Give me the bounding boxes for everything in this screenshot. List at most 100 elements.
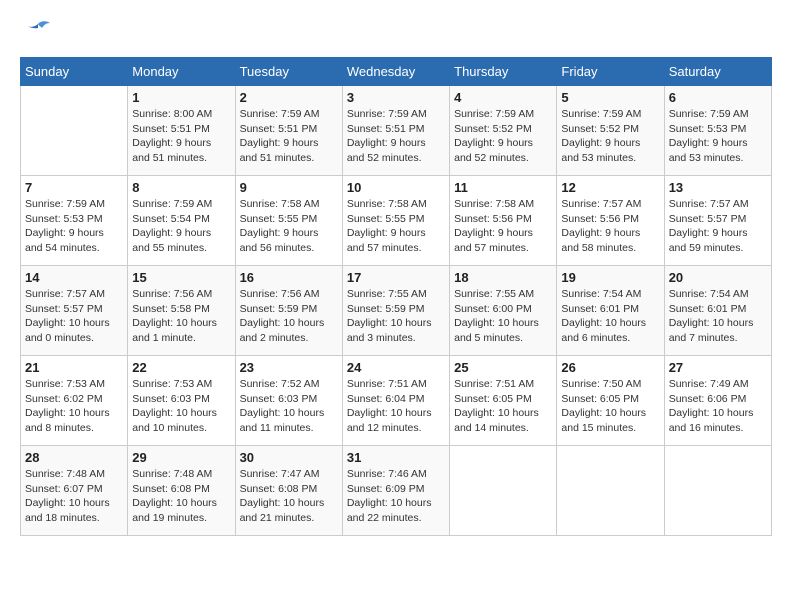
column-header-monday: Monday — [128, 58, 235, 86]
calendar-cell: 21 Sunrise: 7:53 AM Sunset: 6:02 PM Dayli… — [21, 356, 128, 446]
calendar-cell: 19Sunrise: 7:54 AM Sunset: 6:01 PM Dayli… — [557, 266, 664, 356]
calendar-week-row: 21 Sunrise: 7:53 AM Sunset: 6:02 PM Dayli… — [21, 356, 772, 446]
calendar-cell: 30 Sunrise: 7:47 AM Sunset: 6:08 PM Dayli… — [235, 446, 342, 536]
calendar-cell: 18 Sunrise: 7:55 AM Sunset: 6:00 PM Dayli… — [450, 266, 557, 356]
day-number: 19 — [561, 270, 659, 285]
day-info: Sunrise: 7:49 AM Sunset: 6:06 PM Dayligh… — [669, 377, 767, 436]
day-info: Sunrise: 7:59 AM Sunset: 5:53 PM Dayligh… — [669, 107, 767, 166]
column-header-sunday: Sunday — [21, 58, 128, 86]
day-info: Sunrise: 7:57 AM Sunset: 5:57 PM Dayligh… — [669, 197, 767, 256]
column-header-tuesday: Tuesday — [235, 58, 342, 86]
day-info: Sunrise: 7:48 AM Sunset: 6:08 PM Dayligh… — [132, 467, 230, 526]
day-info: Sunrise: 7:58 AM Sunset: 5:56 PM Dayligh… — [454, 197, 552, 256]
day-number: 30 — [240, 450, 338, 465]
day-info: Sunrise: 7:58 AM Sunset: 5:55 PM Dayligh… — [240, 197, 338, 256]
day-info: Sunrise: 7:59 AM Sunset: 5:54 PM Dayligh… — [132, 197, 230, 256]
calendar-cell: 4 Sunrise: 7:59 AM Sunset: 5:52 PM Daylig… — [450, 86, 557, 176]
calendar-cell: 9 Sunrise: 7:58 AM Sunset: 5:55 PM Daylig… — [235, 176, 342, 266]
calendar-cell: 3 Sunrise: 7:59 AM Sunset: 5:51 PM Daylig… — [342, 86, 449, 176]
calendar-cell: 31 Sunrise: 7:46 AM Sunset: 6:09 PM Dayli… — [342, 446, 449, 536]
day-number: 9 — [240, 180, 338, 195]
day-info: Sunrise: 7:59 AM Sunset: 5:52 PM Dayligh… — [454, 107, 552, 166]
calendar-cell — [557, 446, 664, 536]
day-number: 17 — [347, 270, 445, 285]
day-number: 3 — [347, 90, 445, 105]
calendar-week-row: 1 Sunrise: 8:00 AM Sunset: 5:51 PM Daylig… — [21, 86, 772, 176]
day-info: Sunrise: 7:59 AM Sunset: 5:52 PM Dayligh… — [561, 107, 659, 166]
day-number: 25 — [454, 360, 552, 375]
day-number: 29 — [132, 450, 230, 465]
calendar-cell: 14 Sunrise: 7:57 AM Sunset: 5:57 PM Dayli… — [21, 266, 128, 356]
day-number: 8 — [132, 180, 230, 195]
day-number: 24 — [347, 360, 445, 375]
calendar-cell: 2Sunrise: 7:59 AM Sunset: 5:51 PM Daylig… — [235, 86, 342, 176]
calendar-cell: 10Sunrise: 7:58 AM Sunset: 5:55 PM Dayli… — [342, 176, 449, 266]
column-header-thursday: Thursday — [450, 58, 557, 86]
calendar-cell: 23 Sunrise: 7:52 AM Sunset: 6:03 PM Dayli… — [235, 356, 342, 446]
day-number: 21 — [25, 360, 123, 375]
calendar-cell: 20 Sunrise: 7:54 AM Sunset: 6:01 PM Dayli… — [664, 266, 771, 356]
calendar-cell: 17 Sunrise: 7:55 AM Sunset: 5:59 PM Dayli… — [342, 266, 449, 356]
day-number: 23 — [240, 360, 338, 375]
calendar-week-row: 28Sunrise: 7:48 AM Sunset: 6:07 PM Dayli… — [21, 446, 772, 536]
day-info: Sunrise: 7:57 AM Sunset: 5:57 PM Dayligh… — [25, 287, 123, 346]
day-number: 10 — [347, 180, 445, 195]
calendar-cell: 12Sunrise: 7:57 AM Sunset: 5:56 PM Dayli… — [557, 176, 664, 266]
page-header — [20, 20, 772, 47]
day-info: Sunrise: 7:56 AM Sunset: 5:59 PM Dayligh… — [240, 287, 338, 346]
day-number: 4 — [454, 90, 552, 105]
calendar-cell: 27 Sunrise: 7:49 AM Sunset: 6:06 PM Dayli… — [664, 356, 771, 446]
calendar-cell — [21, 86, 128, 176]
calendar-week-row: 7 Sunrise: 7:59 AM Sunset: 5:53 PM Daylig… — [21, 176, 772, 266]
day-info: Sunrise: 7:52 AM Sunset: 6:03 PM Dayligh… — [240, 377, 338, 436]
day-number: 14 — [25, 270, 123, 285]
column-header-friday: Friday — [557, 58, 664, 86]
calendar-week-row: 14 Sunrise: 7:57 AM Sunset: 5:57 PM Dayli… — [21, 266, 772, 356]
day-number: 16 — [240, 270, 338, 285]
calendar-cell: 7 Sunrise: 7:59 AM Sunset: 5:53 PM Daylig… — [21, 176, 128, 266]
day-number: 18 — [454, 270, 552, 285]
day-info: Sunrise: 7:50 AM Sunset: 6:05 PM Dayligh… — [561, 377, 659, 436]
day-number: 26 — [561, 360, 659, 375]
day-info: Sunrise: 7:46 AM Sunset: 6:09 PM Dayligh… — [347, 467, 445, 526]
calendar-cell: 29 Sunrise: 7:48 AM Sunset: 6:08 PM Dayli… — [128, 446, 235, 536]
calendar-cell: 25Sunrise: 7:51 AM Sunset: 6:05 PM Dayli… — [450, 356, 557, 446]
day-info: Sunrise: 7:47 AM Sunset: 6:08 PM Dayligh… — [240, 467, 338, 526]
day-number: 1 — [132, 90, 230, 105]
day-info: Sunrise: 7:53 AM Sunset: 6:03 PM Dayligh… — [132, 377, 230, 436]
calendar-cell: 11 Sunrise: 7:58 AM Sunset: 5:56 PM Dayli… — [450, 176, 557, 266]
calendar-header-row: SundayMondayTuesdayWednesdayThursdayFrid… — [21, 58, 772, 86]
day-number: 5 — [561, 90, 659, 105]
calendar-cell — [664, 446, 771, 536]
day-info: Sunrise: 7:59 AM Sunset: 5:51 PM Dayligh… — [347, 107, 445, 166]
day-info: Sunrise: 8:00 AM Sunset: 5:51 PM Dayligh… — [132, 107, 230, 166]
day-info: Sunrise: 7:59 AM Sunset: 5:53 PM Dayligh… — [25, 197, 123, 256]
calendar-cell: 8 Sunrise: 7:59 AM Sunset: 5:54 PM Daylig… — [128, 176, 235, 266]
day-info: Sunrise: 7:55 AM Sunset: 5:59 PM Dayligh… — [347, 287, 445, 346]
column-header-saturday: Saturday — [664, 58, 771, 86]
day-info: Sunrise: 7:54 AM Sunset: 6:01 PM Dayligh… — [669, 287, 767, 346]
calendar-cell: 26 Sunrise: 7:50 AM Sunset: 6:05 PM Dayli… — [557, 356, 664, 446]
day-number: 27 — [669, 360, 767, 375]
calendar-table: SundayMondayTuesdayWednesdayThursdayFrid… — [20, 57, 772, 536]
day-info: Sunrise: 7:59 AM Sunset: 5:51 PM Dayligh… — [240, 107, 338, 166]
calendar-cell — [450, 446, 557, 536]
day-info: Sunrise: 7:48 AM Sunset: 6:07 PM Dayligh… — [25, 467, 123, 526]
day-info: Sunrise: 7:53 AM Sunset: 6:02 PM Dayligh… — [25, 377, 123, 436]
day-info: Sunrise: 7:55 AM Sunset: 6:00 PM Dayligh… — [454, 287, 552, 346]
day-number: 31 — [347, 450, 445, 465]
day-number: 22 — [132, 360, 230, 375]
calendar-cell: 28Sunrise: 7:48 AM Sunset: 6:07 PM Dayli… — [21, 446, 128, 536]
day-number: 11 — [454, 180, 552, 195]
calendar-cell: 15 Sunrise: 7:56 AM Sunset: 5:58 PM Dayli… — [128, 266, 235, 356]
calendar-cell: 24 Sunrise: 7:51 AM Sunset: 6:04 PM Dayli… — [342, 356, 449, 446]
day-info: Sunrise: 7:56 AM Sunset: 5:58 PM Dayligh… — [132, 287, 230, 346]
day-info: Sunrise: 7:57 AM Sunset: 5:56 PM Dayligh… — [561, 197, 659, 256]
day-info: Sunrise: 7:51 AM Sunset: 6:04 PM Dayligh… — [347, 377, 445, 436]
day-number: 7 — [25, 180, 123, 195]
day-number: 15 — [132, 270, 230, 285]
calendar-cell: 16 Sunrise: 7:56 AM Sunset: 5:59 PM Dayli… — [235, 266, 342, 356]
calendar-cell: 22 Sunrise: 7:53 AM Sunset: 6:03 PM Dayli… — [128, 356, 235, 446]
day-number: 20 — [669, 270, 767, 285]
calendar-cell: 6Sunrise: 7:59 AM Sunset: 5:53 PM Daylig… — [664, 86, 771, 176]
